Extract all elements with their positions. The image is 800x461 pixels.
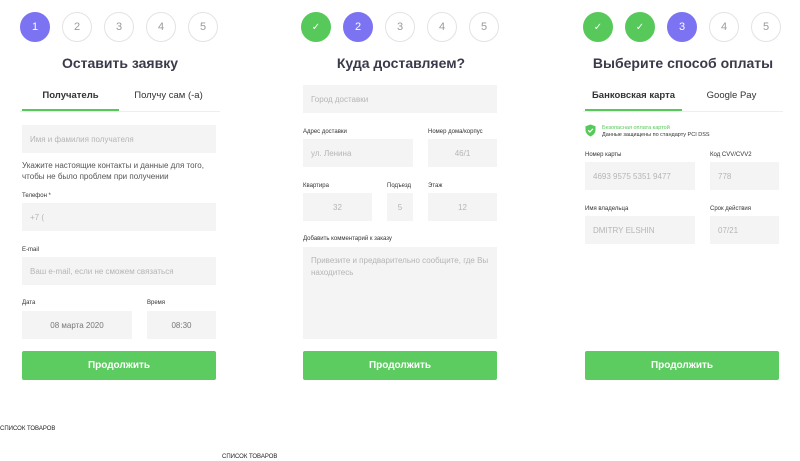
address-label: Адрес доставки [303, 129, 347, 135]
step-1-done-check-icon[interactable]: ✓ [583, 12, 613, 42]
floor-label: Этаж [428, 183, 443, 189]
panel-title: Оставить заявку [61, 55, 178, 71]
step-2[interactable]: 2 [343, 12, 373, 42]
step-4[interactable]: 4 [709, 12, 739, 42]
panel-title: Выберите способ оплаты [592, 55, 774, 71]
tab-bank-card[interactable]: Банковская карта [585, 90, 682, 111]
continue-button[interactable]: Продолжить [585, 351, 779, 380]
continue-button[interactable]: Продолжить [303, 351, 497, 380]
apartment-input[interactable]: 32 [303, 193, 372, 221]
expiry-label: Срок действия [710, 206, 752, 212]
step-4[interactable]: 4 [427, 12, 457, 42]
expiry-input[interactable]: 07/21 [710, 216, 779, 244]
email-input[interactable]: Ваш e-mail, если не сможем связаться [22, 257, 216, 285]
step-3[interactable]: 3 [385, 12, 415, 42]
secure-title: Безопасная оплата картой [602, 125, 670, 131]
phone-input[interactable]: +7 ( [22, 203, 216, 231]
apartment-label: Квартира [303, 183, 329, 189]
date-label: Дата [22, 300, 36, 306]
cvv-input[interactable]: 778 [710, 162, 779, 190]
step-indicator: ✓ ✓ 3 4 5 [583, 12, 783, 42]
house-label: Номер дома/корпус [428, 129, 483, 135]
card-number-label: Номер карты [585, 152, 622, 158]
comment-textarea[interactable]: Привезите и предварительно сообщите, где… [303, 247, 497, 339]
step-1[interactable]: 1 [20, 12, 50, 42]
step-2-done-check-icon[interactable]: ✓ [625, 12, 655, 42]
tab-recipient[interactable]: Получатель [22, 90, 119, 111]
comment-label: Добавить комментарий к заказу [303, 236, 392, 242]
shield-check-icon [585, 124, 596, 137]
products-list-link[interactable]: СПИСОК ТОВАРОВ [222, 454, 277, 460]
step-5[interactable]: 5 [469, 12, 499, 42]
step-3[interactable]: 3 [104, 12, 134, 42]
tab-divider [583, 111, 783, 112]
house-input[interactable]: 46/1 [428, 139, 497, 167]
time-label: Время [147, 300, 166, 306]
time-input[interactable]: 08:30 [147, 311, 216, 339]
panel-title: Куда доставляем? [336, 55, 466, 71]
floor-input[interactable]: 12 [428, 193, 497, 221]
secure-subtitle: Данные защищены по стандарту PCI DSS [602, 132, 710, 138]
cvv-label: Код CVV/CVV2 [710, 152, 752, 158]
step-5[interactable]: 5 [188, 12, 218, 42]
step-indicator: 1 2 3 4 5 [20, 12, 220, 42]
entrance-input[interactable]: 5 [387, 193, 413, 221]
tab-google-pay[interactable]: Google Pay [683, 90, 780, 109]
recipient-name-input[interactable]: Имя и фамилия получателя [22, 125, 216, 153]
continue-button[interactable]: Продолжить [22, 351, 216, 380]
step-5[interactable]: 5 [751, 12, 781, 42]
contact-hint: Укажите настоящие контакты и данные для … [22, 161, 204, 181]
date-input[interactable]: 08 марта 2020 [22, 311, 132, 339]
cardholder-input[interactable]: DMITRY ELSHIN [585, 216, 695, 244]
entrance-label: Подъезд [387, 183, 411, 189]
cardholder-label: Имя владельца [585, 206, 629, 212]
products-list-link[interactable]: СПИСОК ТОВАРОВ [0, 426, 55, 432]
email-label: E-mail [22, 247, 40, 253]
step-2[interactable]: 2 [62, 12, 92, 42]
step-3[interactable]: 3 [667, 12, 697, 42]
city-input[interactable]: Город доставки [303, 85, 497, 113]
card-number-input[interactable]: 4693 9575 5351 9477 [585, 162, 695, 190]
step-indicator: ✓ 2 3 4 5 [301, 12, 501, 42]
phone-label: Телефон * [22, 193, 51, 199]
secure-payment-note: Безопасная оплата картой Данные защищены… [585, 124, 785, 140]
address-input[interactable]: ул. Ленина [303, 139, 413, 167]
tab-divider [20, 111, 220, 112]
step-1-done-check-icon[interactable]: ✓ [301, 12, 331, 42]
step-4[interactable]: 4 [146, 12, 176, 42]
tab-self-pickup[interactable]: Получу сам (-а) [120, 90, 217, 109]
